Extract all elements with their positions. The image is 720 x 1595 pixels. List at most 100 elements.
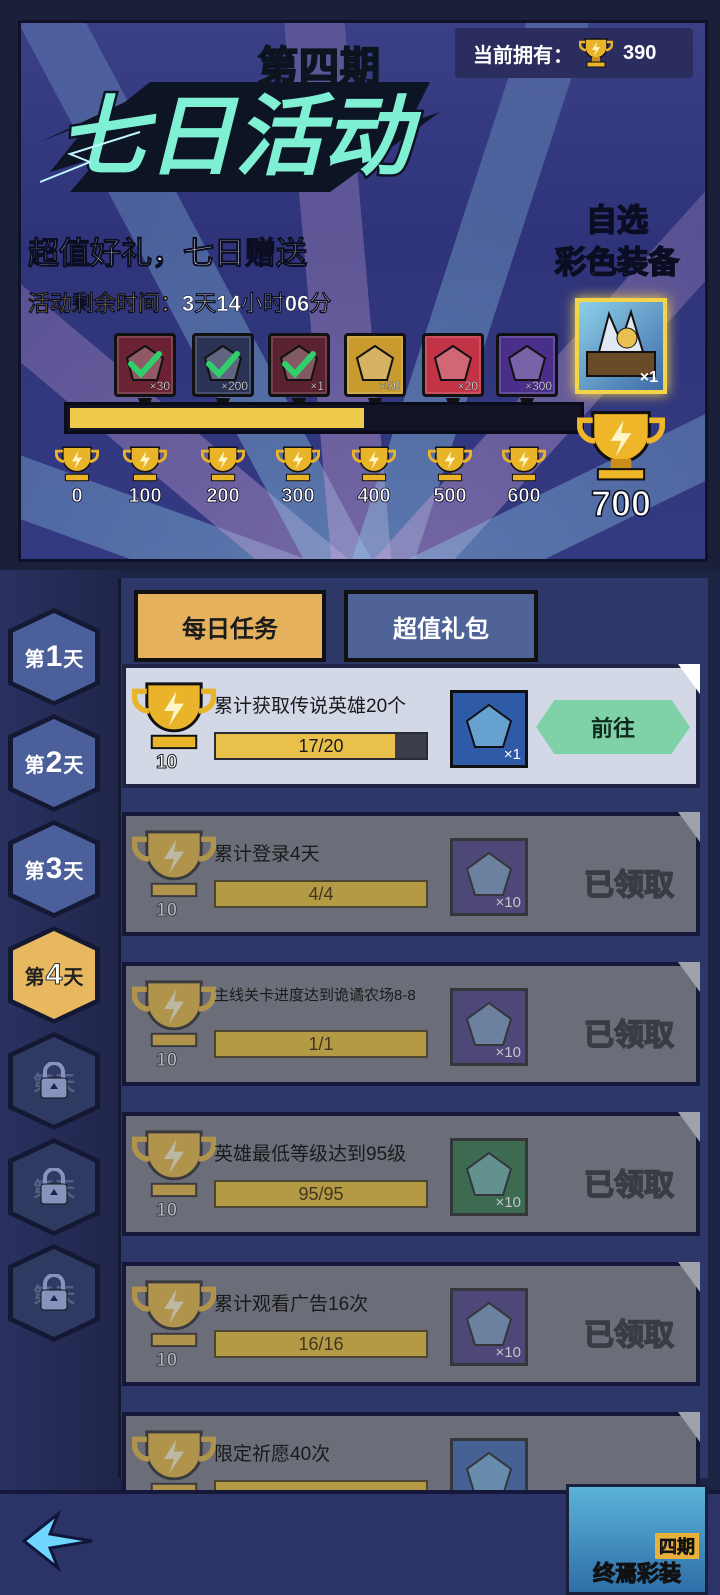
trophy-icon <box>123 446 167 482</box>
milestone-value: 0 <box>71 485 83 508</box>
corner-flag <box>678 812 700 842</box>
task-progress-text: 95/95 <box>298 1184 344 1204</box>
final-milestone: 700 <box>576 410 666 525</box>
trophy-icon <box>131 1130 217 1198</box>
trophy-icon <box>131 682 217 750</box>
task-points: 10 <box>155 1200 178 1222</box>
trophy-icon <box>502 446 546 482</box>
reward-count: ×200 <box>220 379 248 393</box>
corner-flag <box>678 962 700 992</box>
task-description: 限定祈愿40次 <box>214 1444 331 1465</box>
task-progress-text: 16/16 <box>298 1334 344 1354</box>
remaining-time-label: 活动剩余时间： <box>28 291 183 317</box>
milestone-reward[interactable]: ×30 <box>114 333 176 418</box>
task-row: 10 主线关卡进度达到诡谲农场8-8 1/1 ×10 已领取 <box>122 962 700 1086</box>
trophy-icon <box>55 446 99 482</box>
day-sidebar <box>0 570 120 1490</box>
ultimate-equipment-button[interactable]: 四期 终焉彩装 <box>566 1484 708 1595</box>
final-milestone-value: 700 <box>590 482 652 525</box>
task-trophy: 10 <box>131 828 217 922</box>
corner-flag <box>678 664 700 694</box>
reward-count: ×20 <box>457 379 478 393</box>
task-trophy: 10 <box>131 1128 217 1222</box>
task-progress-text: 17/20 <box>298 736 344 756</box>
task-progress-text: 4/4 <box>308 884 334 904</box>
task-trophy: 10 <box>131 1278 217 1372</box>
trophy-icon <box>131 980 217 1048</box>
task-progress-text: 1/1 <box>308 1034 334 1054</box>
task-row: 10 英雄最低等级达到95级 95/95 ×10 已领取 <box>122 1112 700 1236</box>
trophy-icon <box>276 446 320 482</box>
final-reward-equipment[interactable]: ×1 <box>575 298 667 394</box>
corner-flag <box>678 1262 700 1292</box>
lock-icon <box>40 1274 68 1311</box>
trophy-icon <box>352 446 396 482</box>
corner-flag <box>678 1412 700 1442</box>
claimed-status: 已领取 <box>583 868 675 903</box>
corner-flag <box>678 1112 700 1142</box>
reward-count: ×10 <box>495 894 521 911</box>
milestone-value: 300 <box>281 485 315 508</box>
task-row: 10 累计登录4天 4/4 ×10 已领取 <box>122 812 700 936</box>
milestone-marker: 300 <box>268 446 328 508</box>
milestone-reward[interactable]: ×1 <box>268 333 330 418</box>
milestone-marker: 200 <box>193 446 253 508</box>
milestone-value: 600 <box>507 485 541 508</box>
trophy-icon <box>131 830 217 898</box>
claimed-status: 已领取 <box>583 1168 675 1203</box>
milestone-marker: 600 <box>494 446 554 508</box>
trophy-icon <box>579 38 613 68</box>
milestone-marker: 400 <box>344 446 404 508</box>
task-row: 10 累计获取传说英雄20个 17/20 ×1 前往 <box>122 664 700 788</box>
svg-text:七日活动: 七日活动 <box>59 85 422 188</box>
milestone-value: 100 <box>128 485 162 508</box>
final-button-label: 终焉彩装 <box>592 1561 681 1587</box>
tab-value-gift-pack[interactable]: 超值礼包 <box>344 590 538 662</box>
task-reward-item[interactable]: ×10 <box>450 1288 528 1366</box>
milestone-reward[interactable]: ×20 <box>422 333 484 418</box>
milestone-reward[interactable]: ×50 <box>344 333 406 418</box>
task-progress-bar: 4/4 <box>214 880 428 908</box>
task-reward-item[interactable]: ×10 <box>450 988 528 1066</box>
task-row: 10 累计观看广告16次 16/16 ×10 已领取 <box>122 1262 700 1386</box>
reward-count: ×1 <box>310 379 324 393</box>
event-title-logo: 七日活动 <box>39 82 440 192</box>
task-description: 英雄最低等级达到95级 <box>214 1144 407 1165</box>
reward-count: ×30 <box>149 379 170 393</box>
remaining-time-value: 3天14小时06分 <box>182 291 332 317</box>
remaining-time: 活动剩余时间：3天14小时06分 <box>28 286 332 318</box>
lock-icon <box>40 1062 68 1099</box>
task-description: 累计获取传说英雄20个 <box>214 696 407 717</box>
task-description: 累计观看广告16次 <box>214 1294 369 1315</box>
task-points: 10 <box>155 752 178 774</box>
go-button[interactable]: 前往 <box>536 700 690 754</box>
final-choice-label: 自选 彩色装备 <box>554 202 680 281</box>
task-points: 10 <box>155 900 178 922</box>
task-progress-bar: 1/1 <box>214 1030 428 1058</box>
milestone-value: 400 <box>357 485 391 508</box>
reward-count: ×10 <box>495 1344 521 1361</box>
claimed-status: 已领取 <box>583 1018 675 1053</box>
back-arrow-icon[interactable] <box>20 1510 96 1572</box>
trophy-icon <box>428 446 472 482</box>
task-reward-item[interactable]: ×10 <box>450 838 528 916</box>
lock-icon <box>40 1168 68 1205</box>
task-points: 10 <box>155 1350 178 1372</box>
reward-count: ×10 <box>495 1044 521 1061</box>
milestone-reward[interactable]: ×200 <box>192 333 254 418</box>
task-description: 主线关卡进度达到诡谲农场8-8 <box>214 987 416 1004</box>
tab-daily-tasks[interactable]: 每日任务 <box>134 590 326 662</box>
milestone-marker: 0 <box>47 446 107 508</box>
reward-count: ×300 <box>524 379 552 393</box>
task-reward-item[interactable]: ×1 <box>450 690 528 768</box>
reward-count: ×50 <box>379 379 400 393</box>
task-progress-bar: 17/20 <box>214 732 428 760</box>
milestone-reward[interactable]: ×300 <box>496 333 558 418</box>
task-points: 10 <box>155 1050 178 1072</box>
task-progress-bar: 16/16 <box>214 1330 428 1358</box>
task-reward-item[interactable]: ×10 <box>450 1138 528 1216</box>
big-trophy-icon <box>577 411 665 481</box>
task-trophy: 10 <box>131 680 217 774</box>
trophy-icon <box>131 1280 217 1348</box>
task-description: 累计登录4天 <box>214 844 320 865</box>
